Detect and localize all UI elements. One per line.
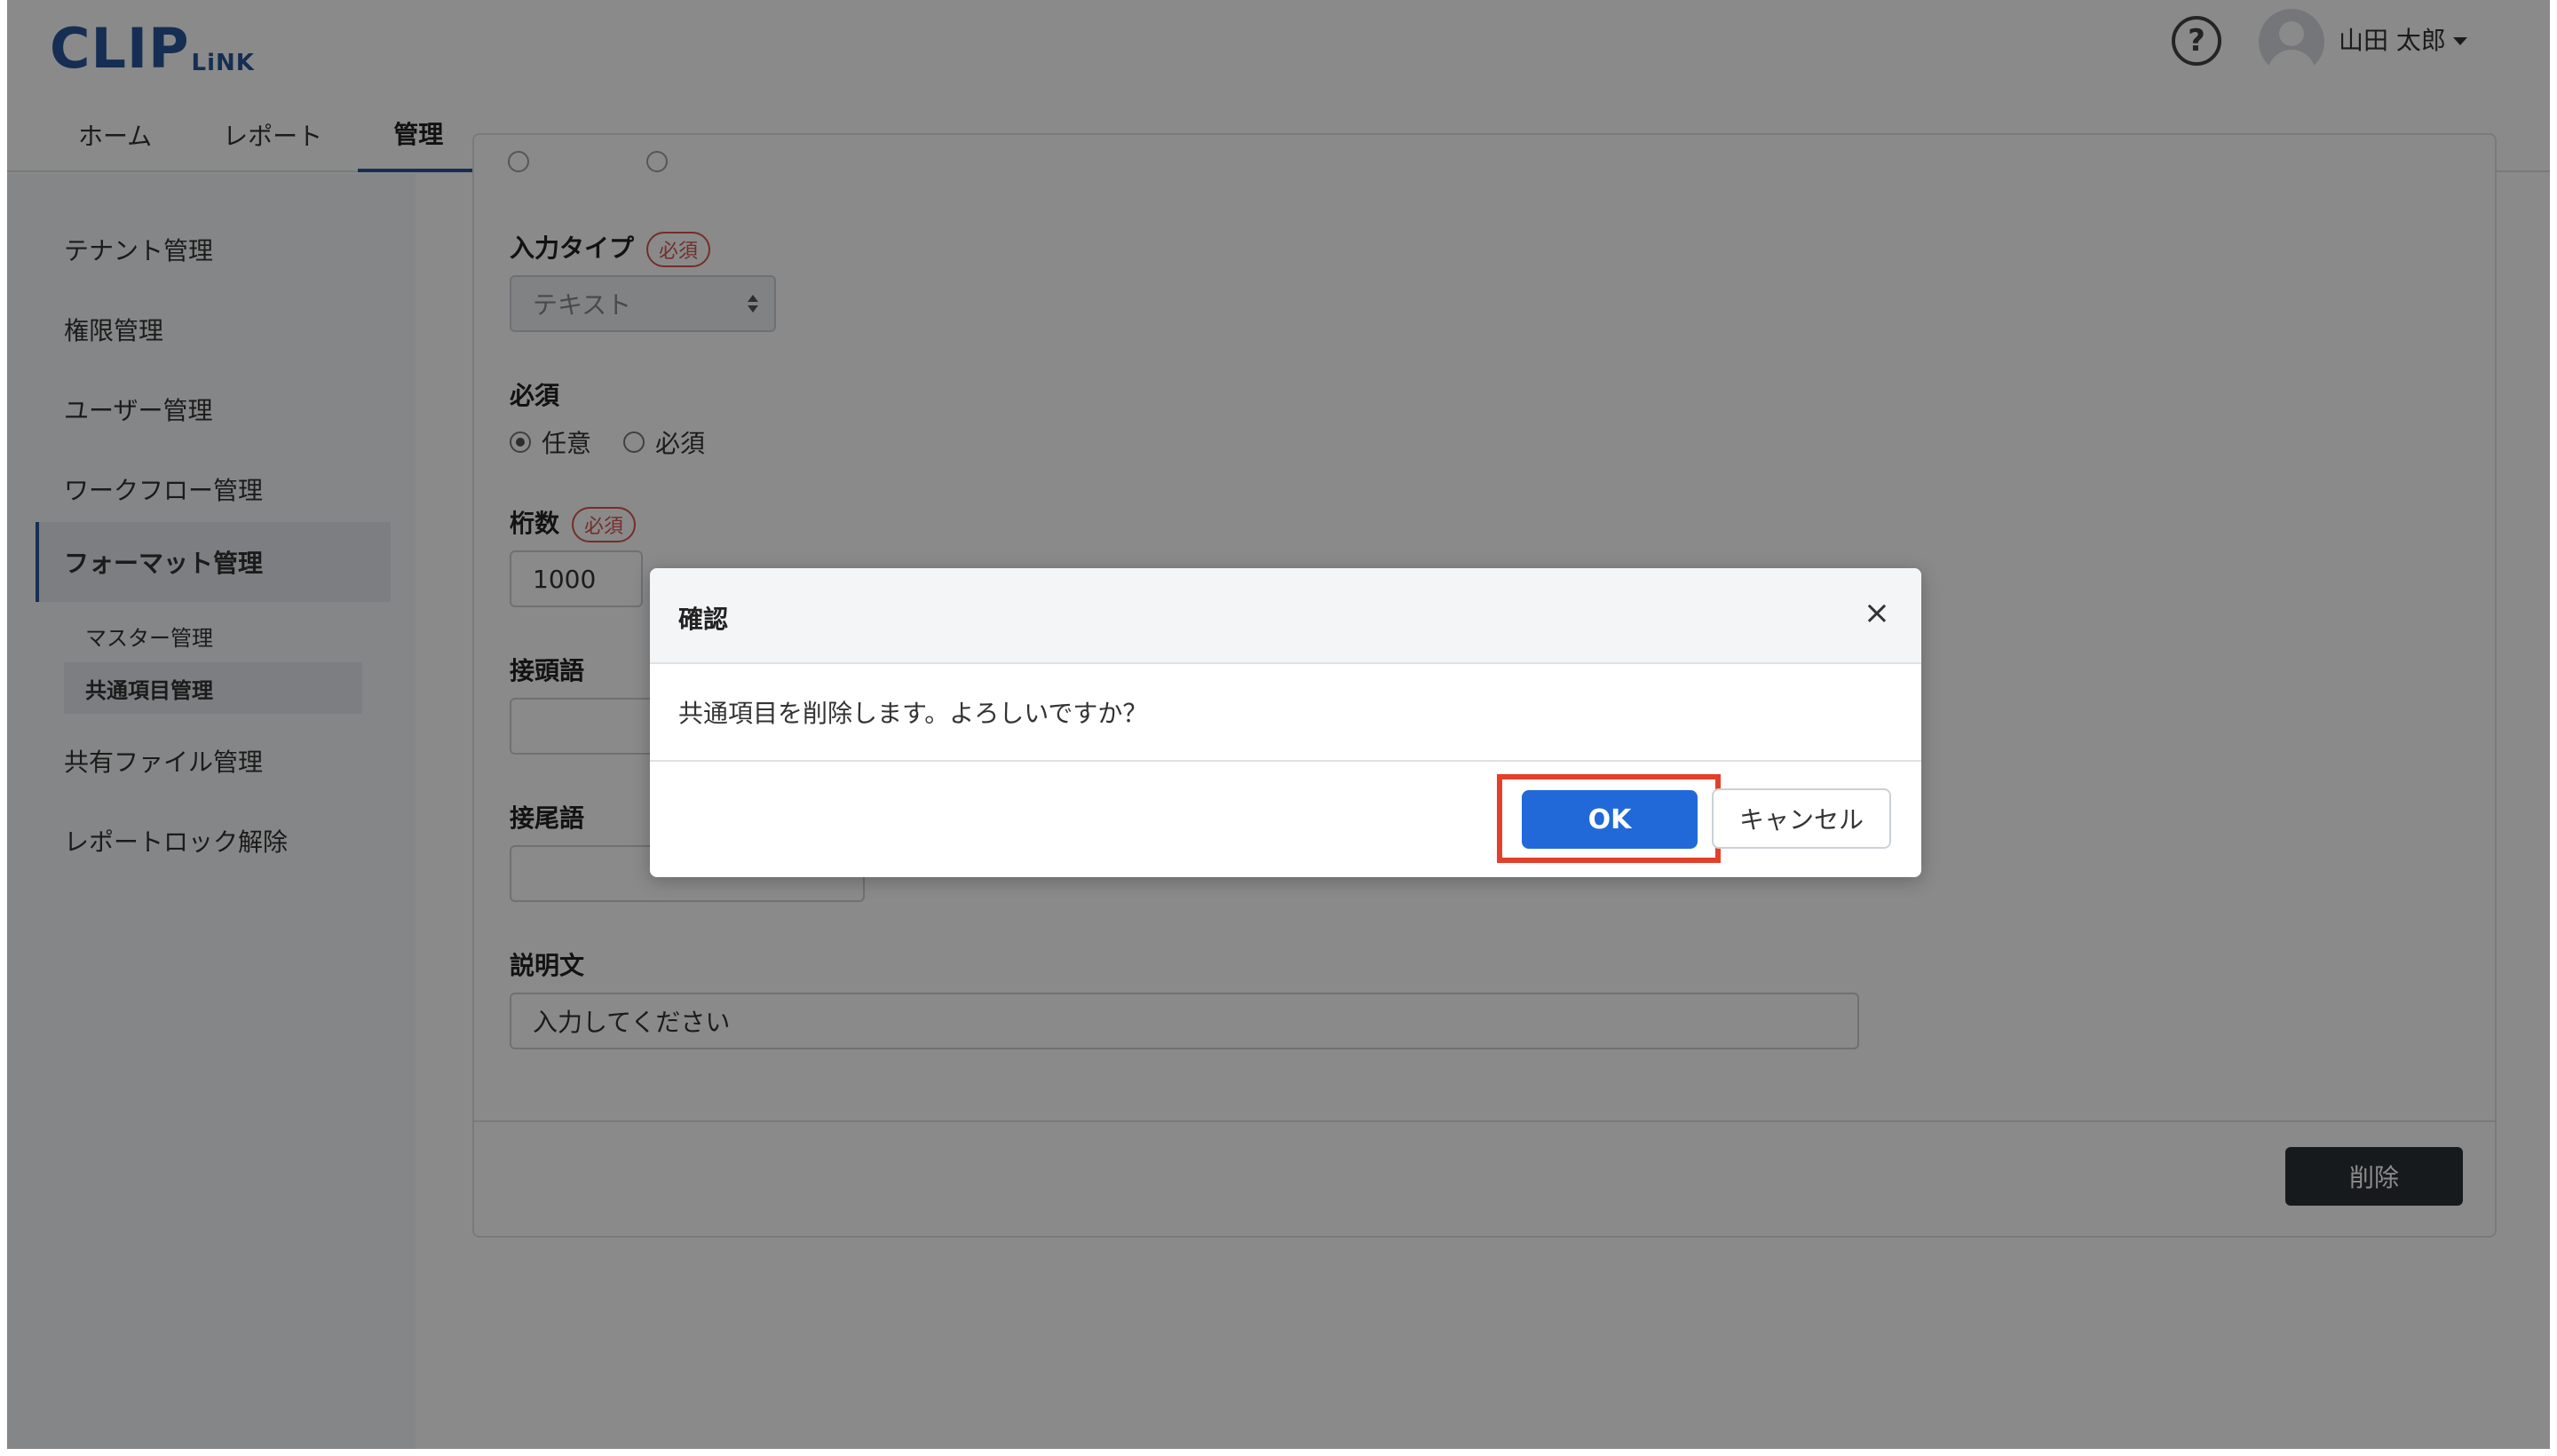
modal-footer-divider bbox=[650, 760, 1921, 762]
modal-message: 共通項目を削除します。よろしいですか？ bbox=[678, 699, 1148, 728]
close-icon[interactable]: × bbox=[1859, 595, 1895, 631]
modal-title: 確認 bbox=[678, 605, 729, 634]
cancel-button[interactable]: キャンセル bbox=[1712, 788, 1891, 849]
modal-header: 確認 × bbox=[650, 568, 1921, 664]
ok-button[interactable]: OK bbox=[1522, 790, 1698, 849]
app-root: CLIP LiNK ホーム レポート 管理 ? 山田 太郎 テナント管理 権限管… bbox=[7, 0, 2550, 1449]
confirm-dialog: 確認 × 共通項目を削除します。よろしいですか？ OK キャンセル bbox=[650, 568, 1921, 877]
